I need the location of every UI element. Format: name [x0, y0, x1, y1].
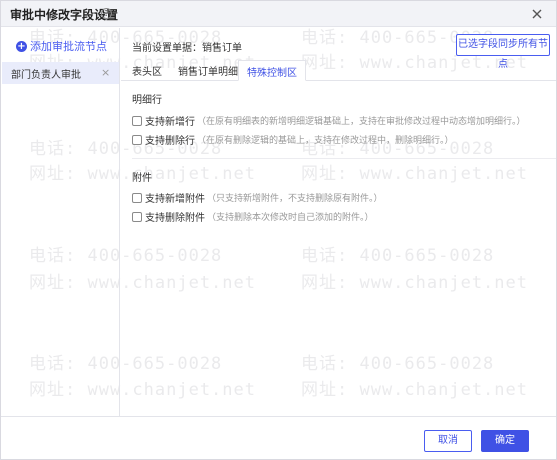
option-allow-add-row[interactable]: 支持新增行 （在原有明细表的新增明细逻辑基础上，支持在审批修改过程中动态增加明细…: [132, 113, 526, 128]
remove-node-icon[interactable]: ×: [101, 66, 110, 79]
option-hint: （支持删除本次修改时自己添加的附件。）: [207, 213, 374, 223]
add-approval-node-label: 添加审批流节点: [30, 40, 107, 53]
option-label: 支持新增附件: [145, 194, 205, 205]
option-hint: （只支持新增附件，不支持删除原有附件。）: [207, 194, 383, 204]
option-label: 支持新增行: [145, 117, 195, 128]
option-allow-delete-row[interactable]: 支持删除行 （在原有删除逻辑的基础上，支持在修改过程中，删除明细行。）: [132, 132, 454, 147]
sync-all-nodes-button[interactable]: 已选字段同步所有节点: [456, 34, 550, 70]
checkbox[interactable]: [132, 115, 142, 126]
tab-special-control[interactable]: 特殊控制区: [238, 60, 306, 81]
dialog-footer: 取消 确定: [1, 416, 556, 459]
checkbox[interactable]: [132, 211, 142, 222]
tab-bar: 表头区 销售订单明细 特殊控制区: [121, 60, 556, 81]
approval-field-settings-dialog: 电话: 400-665-0028 电话: 400-665-0028 网址: ww…: [0, 0, 557, 460]
option-hint: （在原有明细表的新增明细逻辑基础上，支持在审批修改过程中动态增加明细行。）: [197, 117, 526, 127]
option-label: 支持删除附件: [145, 213, 205, 224]
checkbox[interactable]: [132, 134, 142, 145]
sidebar-item-department-head-approval[interactable]: 部门负责人审批 ×: [2, 62, 119, 84]
option-hint: （在原有删除逻辑的基础上，支持在修改过程中，删除明细行。）: [197, 136, 454, 146]
cancel-button[interactable]: 取消: [424, 430, 472, 452]
section-title-detail-rows: 明细行: [132, 95, 162, 106]
section-divider: [132, 158, 556, 159]
tab-header-area[interactable]: 表头区: [132, 63, 162, 78]
current-document-label: 当前设置单据：销售订单: [132, 43, 242, 54]
close-icon[interactable]: [530, 7, 544, 21]
approval-node-sidebar: + 添加审批流节点 部门负责人审批 ×: [1, 28, 120, 416]
section-title-attachments: 附件: [132, 173, 152, 184]
tab-sales-order-detail[interactable]: 销售订单明细: [178, 63, 238, 78]
dialog-titlebar: 审批中修改字段设置 ?: [1, 1, 556, 27]
confirm-button[interactable]: 确定: [481, 430, 529, 452]
settings-panel: 当前设置单据：销售订单 已选字段同步所有节点 表头区 销售订单明细 特殊控制区 …: [121, 28, 556, 416]
help-icon[interactable]: ?: [101, 8, 112, 19]
option-allow-delete-attachment[interactable]: 支持删除附件 （支持删除本次修改时自己添加的附件。）: [132, 209, 374, 224]
option-label: 支持删除行: [145, 136, 195, 147]
node-label: 部门负责人审批: [11, 69, 81, 81]
checkbox[interactable]: [132, 192, 142, 203]
option-allow-add-attachment[interactable]: 支持新增附件 （只支持新增附件，不支持删除原有附件。）: [132, 190, 383, 205]
add-approval-node-button[interactable]: + 添加审批流节点: [16, 39, 107, 53]
plus-circle-icon: +: [16, 40, 27, 52]
